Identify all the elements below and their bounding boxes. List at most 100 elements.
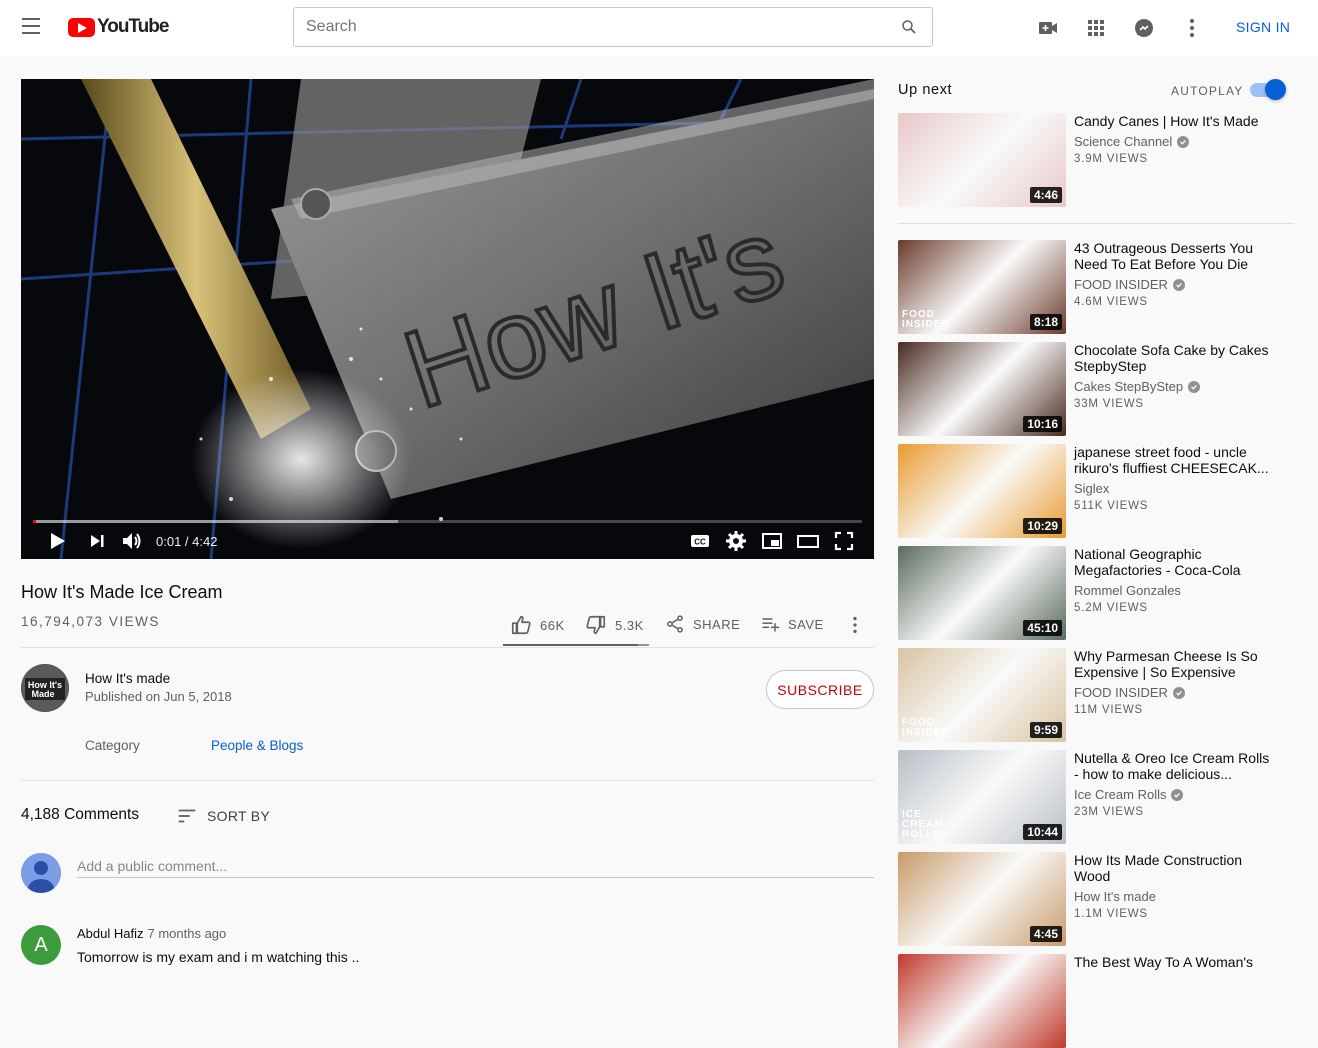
video-title-line[interactable]: Chocolate Sofa Cake by Cakes bbox=[1074, 342, 1294, 358]
video-channel[interactable]: Siglex bbox=[1074, 481, 1109, 496]
category-link[interactable]: People & Blogs bbox=[211, 738, 303, 753]
channel-name[interactable]: Ice Cream Rolls bbox=[1074, 787, 1166, 802]
search-icon[interactable] bbox=[900, 18, 918, 36]
video-frame: How It's bbox=[21, 79, 874, 559]
video-channel[interactable]: Cakes StepByStep bbox=[1074, 379, 1201, 394]
sort-by-button[interactable]: SORT BY bbox=[176, 805, 270, 827]
up-next-heading: Up next bbox=[898, 82, 953, 98]
next-icon[interactable] bbox=[85, 529, 109, 553]
video-views: 23M VIEWS bbox=[1074, 806, 1144, 818]
progress-buffer bbox=[33, 520, 398, 523]
channel-name[interactable]: Siglex bbox=[1074, 481, 1109, 496]
video-channel[interactable]: FOOD INSIDER bbox=[1074, 685, 1185, 700]
channel-avatar[interactable]: How It's Made bbox=[21, 664, 69, 712]
video-title-line[interactable]: The Best Way To A Woman's bbox=[1074, 954, 1294, 970]
video-title-line[interactable]: Wood bbox=[1074, 868, 1294, 884]
subscribe-button[interactable]: SUBSCRIBE bbox=[766, 670, 874, 709]
progress-played bbox=[33, 520, 36, 523]
video-thumbnail[interactable]: 45:10 bbox=[898, 546, 1066, 640]
video-views: 1.1M VIEWS bbox=[1074, 908, 1148, 920]
video-title-line[interactable]: japanese street food - uncle bbox=[1074, 444, 1294, 460]
video-title-line[interactable]: StepbyStep bbox=[1074, 358, 1294, 374]
divider bbox=[21, 780, 874, 781]
miniplayer-icon[interactable] bbox=[760, 529, 784, 553]
channel-name[interactable]: Science Channel bbox=[1074, 134, 1172, 149]
menu-icon[interactable] bbox=[22, 18, 44, 36]
youtube-play-icon bbox=[68, 17, 95, 37]
search-input[interactable] bbox=[306, 8, 876, 46]
like-button[interactable]: 66K bbox=[510, 614, 565, 636]
fullscreen-icon[interactable] bbox=[832, 529, 856, 553]
video-thumbnail[interactable]: 4:45 bbox=[898, 852, 1066, 946]
video-channel[interactable]: Rommel Gonzales bbox=[1074, 583, 1181, 598]
comment-author[interactable]: Abdul Hafiz bbox=[77, 926, 143, 941]
video-duration: 4:45 bbox=[1029, 926, 1062, 942]
more-vert-icon[interactable] bbox=[1180, 16, 1204, 40]
video-thumbnail[interactable]: FOOD INSIDER 8:18 bbox=[898, 240, 1066, 334]
comment-author-avatar[interactable]: A bbox=[21, 925, 61, 965]
comment-input[interactable] bbox=[77, 854, 874, 878]
like-count: 66K bbox=[540, 617, 565, 633]
settings-icon[interactable] bbox=[724, 529, 748, 553]
video-channel[interactable]: How It's made bbox=[1074, 889, 1156, 904]
video-title-line[interactable]: How Its Made Construction bbox=[1074, 852, 1294, 868]
category-label: Category bbox=[85, 738, 140, 753]
video-thumbnail[interactable]: 4:46 bbox=[898, 113, 1066, 207]
video-duration: 9:59 bbox=[1029, 722, 1062, 738]
messages-icon[interactable] bbox=[1132, 16, 1156, 40]
video-title-line[interactable]: Megafactories - Coca-Cola bbox=[1074, 562, 1294, 578]
video-title-line[interactable]: Nutella & Oreo Ice Cream Rolls bbox=[1074, 750, 1294, 766]
save-button[interactable]: SAVE bbox=[760, 614, 824, 634]
theater-icon[interactable] bbox=[796, 529, 820, 553]
channel-name[interactable]: How It's made bbox=[85, 671, 170, 686]
verified-icon bbox=[1188, 380, 1201, 393]
channel-name[interactable]: FOOD INSIDER bbox=[1074, 277, 1168, 292]
logo-text: YouTube bbox=[97, 16, 169, 37]
channel-name[interactable]: Cakes StepByStep bbox=[1074, 379, 1183, 394]
search-box bbox=[293, 7, 933, 47]
more-actions-icon[interactable] bbox=[844, 614, 866, 636]
divider bbox=[898, 223, 1294, 224]
user-avatar bbox=[21, 853, 61, 893]
channel-name[interactable]: How It's made bbox=[1074, 889, 1156, 904]
video-thumbnail[interactable] bbox=[898, 954, 1066, 1048]
video-title-line[interactable]: Expensive | So Expensive bbox=[1074, 664, 1294, 680]
channel-name[interactable]: Rommel Gonzales bbox=[1074, 583, 1181, 598]
comments-count: 4,188 Comments bbox=[21, 806, 140, 823]
video-thumbnail[interactable]: FOOD INSIDER 9:59 bbox=[898, 648, 1066, 742]
video-title-line[interactable]: Candy Canes | How It's Made bbox=[1074, 113, 1294, 129]
apps-grid-icon[interactable] bbox=[1084, 16, 1108, 40]
masthead: YouTube SIGN IN bbox=[0, 0, 1318, 56]
video-title-line[interactable]: - how to make delicious... bbox=[1074, 766, 1294, 782]
video-channel[interactable]: Science Channel bbox=[1074, 134, 1190, 149]
verified-icon bbox=[1177, 135, 1190, 148]
sign-in-button[interactable]: SIGN IN bbox=[1236, 19, 1290, 35]
youtube-logo[interactable]: YouTube bbox=[68, 16, 169, 38]
video-title-line[interactable]: National Geographic bbox=[1074, 546, 1294, 562]
create-video-icon[interactable] bbox=[1036, 16, 1060, 40]
video-thumbnail[interactable]: ICE CREAM ROLLS 10:44 bbox=[898, 750, 1066, 844]
comment-time[interactable]: 7 months ago bbox=[147, 926, 226, 941]
video-title-line[interactable]: Why Parmesan Cheese Is So bbox=[1074, 648, 1294, 664]
video-thumbnail[interactable]: 10:16 bbox=[898, 342, 1066, 436]
play-icon[interactable] bbox=[45, 529, 69, 553]
video-title-line[interactable]: rikuro's fluffiest CHEESECAK... bbox=[1074, 460, 1294, 476]
captions-icon[interactable]: CC bbox=[688, 529, 712, 553]
video-channel[interactable]: Ice Cream Rolls bbox=[1074, 787, 1184, 802]
dislike-button[interactable]: 5.3K bbox=[585, 614, 644, 636]
dislike-count: 5.3K bbox=[615, 617, 644, 633]
video-channel[interactable]: FOOD INSIDER bbox=[1074, 277, 1185, 292]
video-player[interactable]: How It's 0:01 / 4:42 CC bbox=[21, 79, 874, 559]
video-title-line[interactable]: Need To Eat Before You Die bbox=[1074, 256, 1294, 272]
volume-icon[interactable] bbox=[120, 529, 144, 553]
video-duration: 10:16 bbox=[1023, 416, 1062, 432]
channel-name[interactable]: FOOD INSIDER bbox=[1074, 685, 1168, 700]
sort-by-label: SORT BY bbox=[207, 808, 271, 824]
autoplay-label: AUTOPLAY bbox=[1171, 84, 1244, 98]
video-title-line[interactable]: 43 Outrageous Desserts You bbox=[1074, 240, 1294, 256]
svg-text:Made: Made bbox=[31, 689, 54, 699]
share-button[interactable]: SHARE bbox=[665, 614, 740, 634]
playlist-add-icon bbox=[762, 618, 780, 632]
video-thumbnail[interactable]: 10:29 bbox=[898, 444, 1066, 538]
autoplay-toggle-knob[interactable] bbox=[1265, 79, 1286, 100]
